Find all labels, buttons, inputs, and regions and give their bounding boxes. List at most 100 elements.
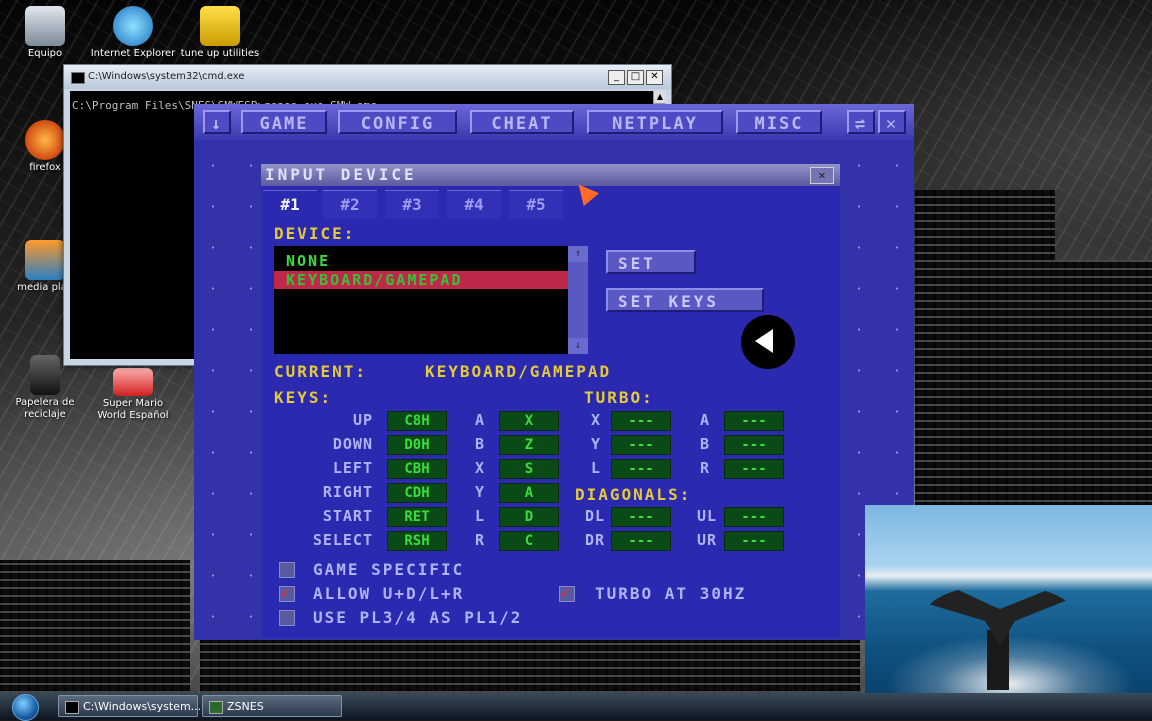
tab-player-4[interactable]: #4 [447,190,501,219]
key-value-start[interactable]: RET [387,507,447,527]
device-list[interactable]: NONE KEYBOARD/GAMEPAD [274,246,568,354]
key-value-x[interactable]: S [499,459,559,479]
turbo-value-b[interactable]: --- [724,435,784,455]
device-item-keyboard-gamepad[interactable]: KEYBOARD/GAMEPAD [274,271,568,289]
scroll-up-icon[interactable]: ⇑ [568,246,588,262]
taskbar-item-label: ZSNES [227,700,264,713]
current-value: KEYBOARD/GAMEPAD [425,362,612,381]
cmd-icon [71,72,85,84]
key-label-right: RIGHT [322,483,373,501]
key-value-down[interactable]: D0H [387,435,447,455]
cmd-title: C:\Windows\system32\cmd.exe [88,71,245,82]
desktop-icon-super-mario[interactable]: Super Mario World Español [88,368,178,422]
key-label-r: R [474,531,485,549]
key-value-up[interactable]: C8H [387,411,447,431]
menu-game[interactable]: GAME [241,110,327,134]
minimize-button[interactable]: _ [608,70,625,85]
zsnes-minimize-button[interactable]: ⇌ [847,110,875,134]
turbo-label: TURBO: [584,388,654,407]
taskbar-item-zsnes[interactable]: ZSNES [202,695,342,717]
diagonals-label: DIAGONALS: [575,485,692,504]
menu-config[interactable]: CONFIG [338,110,457,134]
dialog-close-button[interactable]: ✕ [810,167,834,184]
close-button[interactable]: ✕ [646,70,663,85]
diag-value-dl[interactable]: --- [611,507,671,527]
set-button[interactable]: SET [606,250,696,274]
use-pl34-checkbox[interactable] [279,610,295,626]
video-pointer-overlay [741,315,795,369]
desktop-icon-label: firefox [29,162,61,173]
desktop-icon-tuneup[interactable]: tune up utilities [175,6,265,60]
device-list-scrollbar[interactable]: ⇑ ⇓ [568,246,588,354]
device-item-none[interactable]: NONE [274,252,568,270]
scroll-down-icon[interactable]: ⇓ [568,338,588,354]
turbo-label-b: B [699,435,710,453]
internet-explorer-icon [113,6,153,46]
turbo-value-a[interactable]: --- [724,411,784,431]
tab-player-2[interactable]: #2 [323,190,377,219]
maximize-button[interactable]: □ [627,70,644,85]
key-value-select[interactable]: RSH [387,531,447,551]
turbo-label-y: Y [590,435,601,453]
menu-arrow-button[interactable]: ↓ [203,110,231,134]
check-mark-icon: ✓ [560,583,570,602]
media-player-icon [25,240,65,280]
menu-netplay[interactable]: NETPLAY [587,110,723,134]
turbo-value-r[interactable]: --- [724,459,784,479]
key-value-left[interactable]: CBH [387,459,447,479]
key-label-b: B [474,435,485,453]
key-label-l: L [474,507,485,525]
desktop-icon-equipo[interactable]: Equipo [0,6,90,60]
key-value-y[interactable]: A [499,483,559,503]
cmd-icon [65,701,79,714]
key-value-a[interactable]: X [499,411,559,431]
menu-cheat[interactable]: CHEAT [470,110,574,134]
desktop-icon-label: Equipo [27,48,63,59]
key-value-b[interactable]: Z [499,435,559,455]
key-label-select: SELECT [312,531,373,549]
desktop-icon-label: Internet Explorer [90,48,176,59]
turbo-30hz-checkbox[interactable]: ✓ [559,583,575,602]
allow-opposite-checkbox[interactable]: ✓ [279,583,295,602]
diag-value-dr[interactable]: --- [611,531,671,551]
key-value-right[interactable]: CDH [387,483,447,503]
key-label-a: A [474,411,485,429]
key-label-down: DOWN [332,435,373,453]
input-device-dialog[interactable]: INPUT DEVICE ✕ #1 #2 #3 #4 #5 DEVICE: NO… [261,164,840,638]
building-silhouette [200,640,860,693]
scroll-up-icon[interactable]: ▲ [654,91,666,104]
turbo-value-l[interactable]: --- [611,459,671,479]
key-value-l[interactable]: D [499,507,559,527]
set-keys-button[interactable]: SET KEYS [606,288,764,312]
turbo-value-y[interactable]: --- [611,435,671,455]
taskbar-item-cmd[interactable]: C:\Windows\system... [58,695,201,717]
cmd-titlebar[interactable]: C:\Windows\system32\cmd.exe _ □ ✕ [64,65,671,89]
building-silhouette [1055,260,1152,510]
check-mark-icon: ✓ [280,583,290,602]
key-label-start: START [322,507,373,525]
desktop-icon-label: tune up utilities [180,48,260,59]
desktop-icon-internet-explorer[interactable]: Internet Explorer [88,6,178,60]
pointer-arrow-icon [755,329,773,353]
dialog-title[interactable]: INPUT DEVICE [261,164,840,186]
building-silhouette [915,190,1055,510]
game-specific-checkbox[interactable] [279,562,295,578]
diag-label-ur: UR [696,531,717,549]
tab-player-1[interactable]: #1 [263,190,317,219]
key-label-x: X [474,459,485,477]
zsnes-close-button[interactable]: ✕ [878,110,906,134]
diag-value-ul[interactable]: --- [724,507,784,527]
start-button[interactable] [4,693,48,721]
zsnes-window[interactable]: ↓ GAME CONFIG CHEAT NETPLAY MISC ⇌ ✕ INP… [194,104,914,640]
menu-misc[interactable]: MISC [736,110,822,134]
game-specific-label: GAME SPECIFIC [313,560,465,579]
device-label: DEVICE: [274,224,356,243]
tab-player-5[interactable]: #5 [509,190,563,219]
diag-value-ur[interactable]: --- [724,531,784,551]
tab-player-3[interactable]: #3 [385,190,439,219]
use-pl34-label: USE PL3/4 AS PL1/2 [313,608,523,627]
building-silhouette [0,560,190,693]
key-value-r[interactable]: C [499,531,559,551]
diag-label-dr: DR [584,531,605,549]
turbo-value-x[interactable]: --- [611,411,671,431]
